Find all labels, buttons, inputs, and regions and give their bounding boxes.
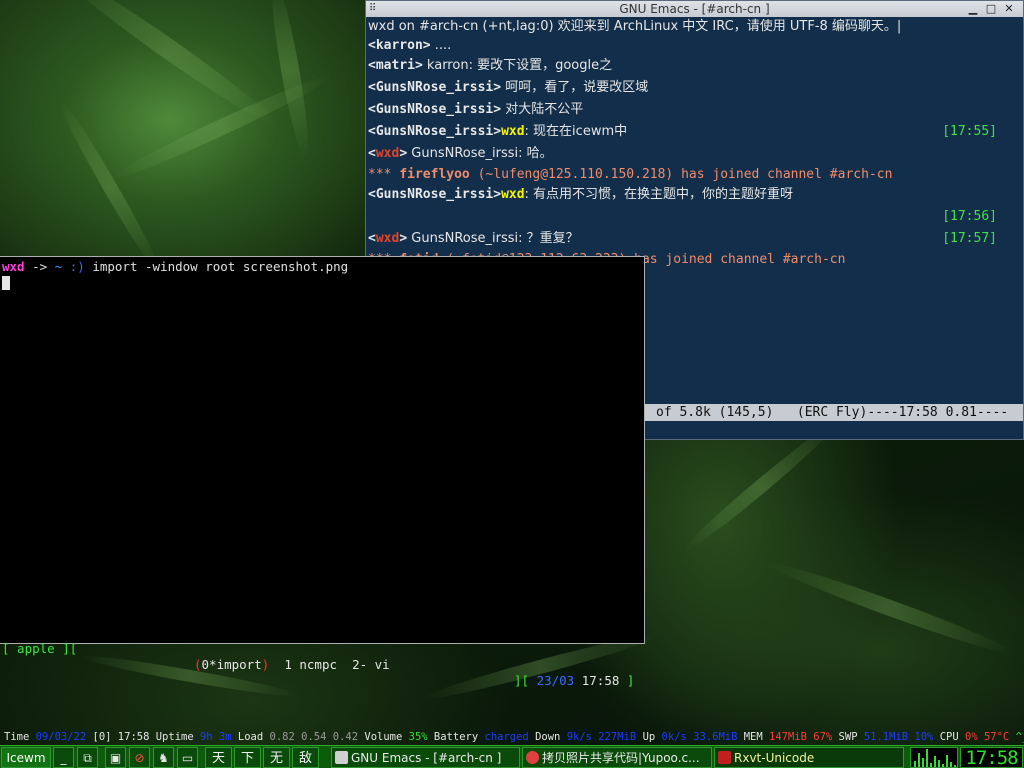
window-list-icon[interactable]: ⧉ [77, 747, 98, 768]
chat-line: [17:56] [368, 206, 1021, 228]
mention: wxd [501, 124, 525, 139]
screen-time: 17:58 [574, 673, 627, 688]
nick[interactable]: GunsNRose_irssi [376, 80, 493, 96]
nick[interactable]: GunsNRose_irssi [376, 102, 493, 118]
browser-launcher-icon[interactable]: ⊘ [129, 747, 150, 768]
terminal-icon [718, 751, 731, 764]
emacs-icon [335, 751, 348, 764]
workspace-4[interactable]: 敌 [292, 747, 319, 768]
mail-launcher-icon[interactable]: ♞ [153, 747, 174, 768]
nick[interactable]: GunsNRose_irssi [376, 187, 493, 203]
firefox-icon [526, 751, 539, 764]
emacs-titlebar[interactable]: ⠿ GNU Emacs - [#arch-cn ] ▁ □ ✕ [366, 1, 1023, 17]
close-icon[interactable]: ✕ [1001, 1, 1017, 17]
taskbar: Icewm _ ⧉ ▣ ⊘ ♞ ▭ 天 下 无 敌 GNU Emacs - [#… [0, 745, 1024, 768]
workspace-2[interactable]: 下 [234, 747, 261, 768]
task-rxvt[interactable]: Rxvt-Unicode [714, 747, 904, 768]
chat-line: < GunsNRose_irssi > 对大陆不公平 [368, 102, 584, 118]
terminal-window[interactable]: wxd -> ~ :) import -window root screensh… [0, 256, 645, 688]
timestamp: [17:56] [942, 209, 997, 224]
chat-line: < GunsNRose_irssi > wxd: 有点用不习惯，在换主题中，你的主题… [368, 187, 794, 203]
task-browser[interactable]: 拷贝照片共享代码|Yupoo.c... [522, 747, 712, 768]
chat-line: < wxd > GunsNRose_irssi: ？重复？ [17:57] [368, 231, 997, 247]
nick[interactable]: matri [376, 58, 415, 74]
shell-command: import -window root screenshot.png [84, 259, 349, 274]
join-notice: *** fireflyoo (~lufeng@125.110.150.218) … [368, 166, 893, 182]
nick[interactable]: wxd [376, 146, 399, 162]
nick[interactable]: GunsNRose_irssi [376, 124, 493, 140]
workspace-3[interactable]: 无 [263, 747, 290, 768]
screen-launcher-icon[interactable]: ▭ [177, 747, 198, 768]
screen-hostname: [ apple ][ [2, 641, 78, 656]
nick[interactable]: karron [376, 38, 423, 54]
taskbar-clock[interactable]: 17:58 [960, 747, 1023, 768]
terminal-cursor [2, 276, 10, 290]
start-menu-button[interactable]: Icewm [1, 747, 51, 768]
screen-datetime: ][ 23/03 17:58 ] [514, 673, 635, 688]
nick[interactable]: wxd [376, 231, 399, 247]
chat-line: < wxd > GunsNRose_irssi: 哈。 [368, 146, 553, 162]
screen-date: 23/03 [536, 673, 575, 688]
shell-prompt-line: wxd -> ~ :) import -window root screensh… [2, 259, 349, 274]
chat-line: < GunsNRose_irssi > 呵呵，看了，说要改区域 [368, 80, 649, 96]
task-emacs[interactable]: GNU Emacs - [#arch-cn ] [331, 747, 520, 768]
workspace-1[interactable]: 天 [205, 747, 232, 768]
maximize-icon[interactable]: □ [983, 1, 999, 17]
minimize-icon[interactable]: ▁ [965, 1, 981, 17]
timestamp: [17:57] [942, 231, 997, 246]
join-nick: fireflyoo [399, 166, 470, 182]
prompt-user: wxd [2, 259, 25, 274]
channel-topic: wxd on #arch-cn (+nt,lag:0) 欢迎来到 ArchLin… [368, 18, 902, 34]
cpu-monitor-graph [910, 747, 958, 768]
terminal-launcher-icon[interactable]: ▣ [105, 747, 126, 768]
screen-window-active[interactable]: 0*import [202, 657, 262, 672]
chat-line: < GunsNRose_irssi > wxd: 现在在icewm中 [17:55] [368, 124, 997, 140]
screen-window-list[interactable]: (0*import) 1 ncmpc 2- vi [194, 657, 390, 673]
chat-line: < matri > karron: 要改下设置，google之 [368, 58, 613, 74]
screen-window-others[interactable]: 1 ncmpc 2- vi [269, 657, 389, 672]
conky-status-bar: Time 09/03/22 [0] 17:58 Uptime 9h 3m Loa… [4, 731, 1024, 743]
show-desktop-icon[interactable]: _ [53, 747, 74, 768]
chat-line: < karron > .... [368, 37, 452, 54]
timestamp: [17:55] [942, 124, 997, 139]
mention: wxd [501, 187, 525, 202]
emacs-window-title: GNU Emacs - [#arch-cn ] [619, 2, 770, 16]
screen-status-bar: [ apple ][ (0*import) 1 ncmpc 2- vi ][ 2… [0, 625, 644, 688]
